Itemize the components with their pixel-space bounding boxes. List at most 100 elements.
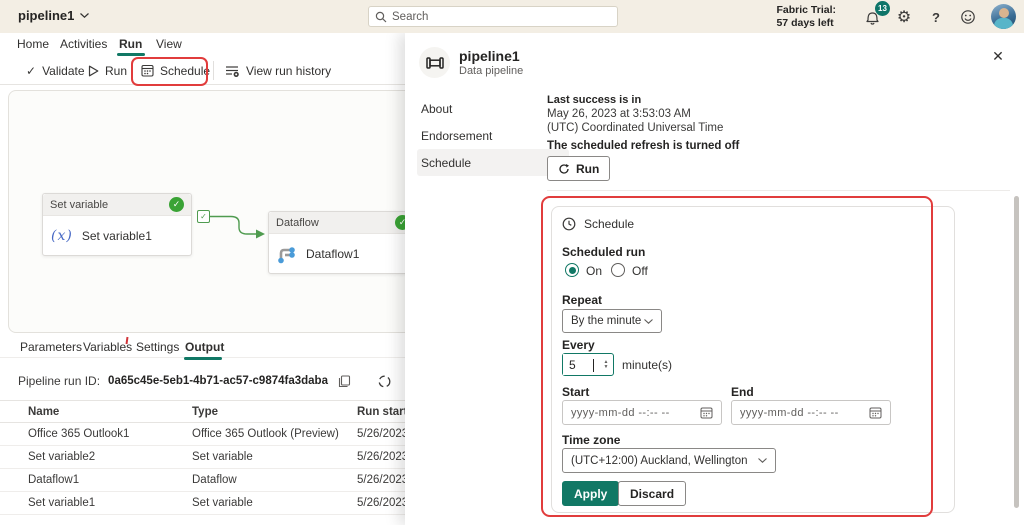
app-title-label: pipeline1 <box>18 8 74 23</box>
refresh-icon[interactable] <box>376 372 394 390</box>
apply-button[interactable]: Apply <box>562 481 619 506</box>
cell-name: Set variable2 <box>28 451 95 463</box>
run-id-value: 0a65c45e-5eb1-4b71-ac57-c9874fa3daba <box>108 375 328 387</box>
last-success-timezone: (UTC) Coordinated Universal Time <box>547 122 723 134</box>
user-avatar[interactable] <box>991 4 1016 29</box>
schedule-section-label: Schedule <box>584 217 634 231</box>
global-search[interactable] <box>368 6 618 27</box>
every-label: Every <box>562 338 595 352</box>
run-label: Run <box>105 64 127 78</box>
table-row[interactable]: Dataflow1 Dataflow 5/26/2023, 3 <box>0 469 405 492</box>
data-pipeline-icon <box>425 53 445 73</box>
activity-runs-table: Name Type Run start Office 365 Outlook1 … <box>0 400 405 515</box>
end-datetime-field[interactable]: yyyy-mm-dd --:-- -- <box>731 400 891 425</box>
set-variable-icon: (x) <box>51 228 73 244</box>
validate-icon: ✓ <box>26 64 36 78</box>
set-variable-header-label: Set variable <box>50 199 108 211</box>
output-port-check[interactable]: ✓ <box>197 210 210 223</box>
cell-run-start: 5/26/2023, 3 <box>357 428 405 440</box>
search-icon <box>375 11 387 23</box>
pipeline-type-badge <box>419 47 450 78</box>
tab-run[interactable]: Run <box>119 37 142 51</box>
gear-icon: ⚙ <box>897 7 911 27</box>
radio-off[interactable] <box>611 263 625 277</box>
close-icon[interactable]: ✕ <box>988 46 1008 66</box>
calendar-icon[interactable] <box>700 406 713 419</box>
timezone-select[interactable]: (UTC+12:00) Auckland, Wellington <box>562 448 776 473</box>
tab-parameters[interactable]: Parameters <box>20 340 82 354</box>
text-cursor <box>593 359 594 372</box>
search-input[interactable] <box>392 11 592 23</box>
cell-name: Office 365 Outlook1 <box>28 428 129 440</box>
table-row[interactable]: Set variable1 Set variable 5/26/2023, 3 <box>0 492 405 515</box>
dataflow-header-label: Dataflow <box>276 217 319 229</box>
repeat-label: Repeat <box>562 293 602 307</box>
every-value-input[interactable] <box>563 354 593 375</box>
dataflow-node-header: Dataflow ✓ <box>269 212 417 234</box>
trial-badge: Fabric Trial: 57 days left <box>776 4 836 29</box>
every-unit-label: minute(s) <box>622 358 672 372</box>
cell-type: Office 365 Outlook (Preview) <box>192 428 339 440</box>
table-row[interactable]: Set variable2 Set variable 5/26/2023, 3 <box>0 446 405 469</box>
set-variable-node-header: Set variable ✓ <box>43 194 191 216</box>
number-stepper[interactable]: ▲ ▼ <box>599 354 613 375</box>
panel-scrollbar[interactable] <box>1014 196 1019 508</box>
stepper-down-icon[interactable]: ▼ <box>604 365 609 370</box>
schedule-card: Schedule Scheduled run On Off Repeat By … <box>551 206 955 513</box>
tab-activities[interactable]: Activities <box>60 37 107 51</box>
app-title[interactable]: pipeline1 <box>18 8 89 23</box>
cell-name: Dataflow1 <box>28 474 79 486</box>
cell-type: Set variable <box>192 497 253 509</box>
nav-schedule-label: Schedule <box>421 156 471 170</box>
tab-output[interactable]: Output <box>185 340 224 354</box>
validate-label: Validate <box>42 64 84 78</box>
success-check-icon: ✓ <box>169 197 184 212</box>
radio-off-label: Off <box>632 264 648 278</box>
feedback-button[interactable] <box>958 7 978 27</box>
copy-icon[interactable] <box>336 372 354 390</box>
calendar-icon[interactable] <box>869 406 882 419</box>
run-button[interactable]: Run <box>88 57 127 84</box>
smiley-icon <box>960 9 976 25</box>
discard-label: Discard <box>630 487 674 501</box>
every-input[interactable]: ▲ ▼ <box>562 353 614 376</box>
dataflow-node[interactable]: Dataflow ✓ Dataflow1 <box>268 211 418 274</box>
refresh-icon <box>558 163 570 175</box>
avatar-face <box>999 8 1009 18</box>
run-id-label: Pipeline run ID: <box>18 374 100 388</box>
start-placeholder: yyyy-mm-dd --:-- -- <box>571 407 670 419</box>
col-run-start[interactable]: Run start <box>357 406 405 418</box>
discard-button[interactable]: Discard <box>618 481 686 506</box>
end-placeholder: yyyy-mm-dd --:-- -- <box>740 407 839 419</box>
col-name[interactable]: Name <box>28 406 59 418</box>
panel-subtitle: Data pipeline <box>459 65 523 77</box>
tab-home[interactable]: Home <box>17 37 49 51</box>
notifications-button[interactable]: 13 <box>862 7 882 27</box>
repeat-select[interactable]: By the minute <box>562 309 662 333</box>
help-button[interactable]: ? <box>926 7 946 27</box>
validate-button[interactable]: ✓ Validate <box>26 57 85 84</box>
timezone-value: (UTC+12:00) Auckland, Wellington <box>571 455 748 467</box>
chevron-down-icon <box>80 13 89 18</box>
cell-run-start: 5/26/2023, 3 <box>357 474 405 486</box>
tab-view[interactable]: View <box>156 37 182 51</box>
table-row[interactable]: Office 365 Outlook1 Office 365 Outlook (… <box>0 423 405 446</box>
view-run-history-button[interactable]: View run history <box>225 57 331 84</box>
tab-settings[interactable]: Settings <box>136 340 179 354</box>
schedule-button[interactable]: Schedule <box>141 57 210 84</box>
panel-run-button[interactable]: Run <box>547 156 610 181</box>
radio-on[interactable] <box>565 263 579 277</box>
ribbon-tabs: Home Activities Run View <box>0 33 405 57</box>
app-window: Home Activities Run View ✓ Validate Run … <box>0 0 1024 525</box>
cell-type: Dataflow <box>192 474 237 486</box>
schedule-icon <box>141 64 154 77</box>
ribbon-toolbar: ✓ Validate Run Schedule View run history <box>0 57 405 85</box>
set-variable-node[interactable]: Set variable ✓ (x) Set variable1 <box>42 193 192 256</box>
settings-button[interactable]: ⚙ <box>894 7 914 27</box>
cell-run-start: 5/26/2023, 3 <box>357 451 405 463</box>
dataflow-icon <box>277 244 297 264</box>
trial-line2: 57 days left <box>776 17 836 30</box>
start-datetime-field[interactable]: yyyy-mm-dd --:-- -- <box>562 400 722 425</box>
view-run-history-label: View run history <box>246 64 331 78</box>
col-type[interactable]: Type <box>192 406 218 418</box>
